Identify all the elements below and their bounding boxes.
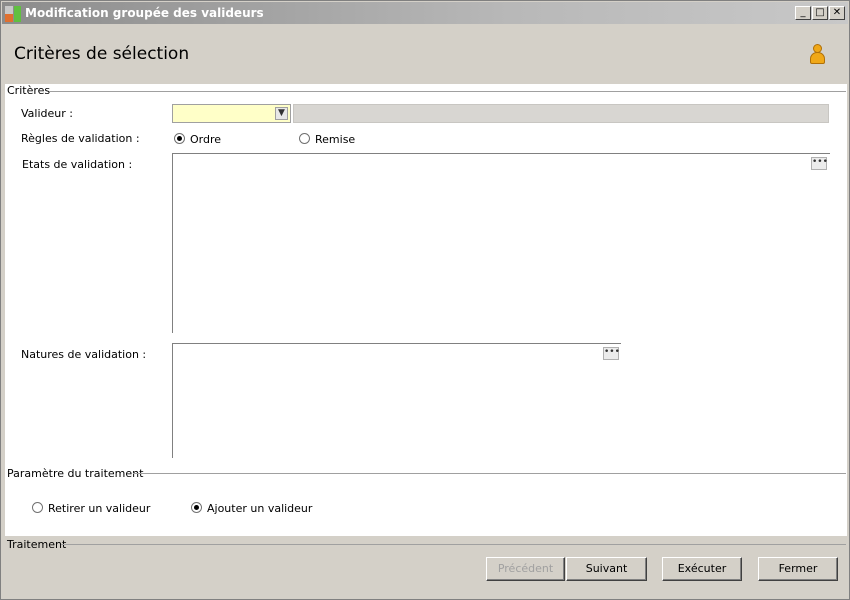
page-title: Critères de sélection bbox=[14, 44, 190, 64]
traitement-separator bbox=[61, 544, 846, 545]
parametre-group-label: Paramètre du traitement bbox=[7, 467, 144, 480]
chevron-down-icon[interactable]: ▼ bbox=[275, 107, 288, 120]
radio-ajouter[interactable] bbox=[191, 502, 202, 513]
header: Critères de sélection bbox=[5, 25, 847, 84]
radio-retirer-label[interactable]: Retirer un valideur bbox=[48, 502, 150, 515]
criteres-separator bbox=[49, 91, 846, 92]
radio-remise-label[interactable]: Remise bbox=[315, 133, 355, 146]
previous-button[interactable]: Précédent bbox=[486, 557, 565, 581]
minimize-button[interactable]: _ bbox=[795, 6, 811, 20]
parametre-separator bbox=[133, 473, 846, 474]
natures-ellipsis-button[interactable]: ••• bbox=[603, 347, 620, 360]
radio-retirer[interactable] bbox=[32, 502, 43, 513]
close-window-button[interactable]: ✕ bbox=[829, 6, 845, 20]
window-title: Modification groupée des valideurs bbox=[25, 6, 264, 20]
next-button[interactable]: Suivant bbox=[566, 557, 647, 581]
natures-list[interactable] bbox=[172, 343, 621, 458]
radio-ajouter-label[interactable]: Ajouter un valideur bbox=[207, 502, 312, 515]
close-button[interactable]: Fermer bbox=[758, 557, 838, 581]
valideur-description bbox=[293, 104, 829, 123]
user-icon bbox=[809, 44, 825, 66]
valideur-combo[interactable]: ▼ bbox=[172, 104, 291, 123]
radio-remise[interactable] bbox=[299, 133, 310, 144]
etats-list[interactable] bbox=[172, 153, 830, 333]
dialog-window: Modification groupée des valideurs _ □ ✕… bbox=[0, 0, 850, 600]
traitement-group-label: Traitement bbox=[7, 538, 67, 551]
valideur-label: Valideur : bbox=[21, 107, 73, 120]
title-bar[interactable]: Modification groupée des valideurs _ □ ✕ bbox=[2, 2, 848, 24]
app-icon bbox=[5, 6, 21, 22]
natures-label: Natures de validation : bbox=[21, 348, 147, 361]
etats-ellipsis-button[interactable]: ••• bbox=[811, 157, 828, 170]
criteres-group-label: Critères bbox=[7, 84, 51, 97]
regles-label: Règles de validation : bbox=[21, 132, 140, 145]
execute-button[interactable]: Exécuter bbox=[662, 557, 742, 581]
radio-ordre[interactable] bbox=[174, 133, 185, 144]
etats-label: Etats de validation : bbox=[22, 158, 133, 171]
maximize-button[interactable]: □ bbox=[812, 6, 828, 20]
radio-ordre-label[interactable]: Ordre bbox=[190, 133, 221, 146]
